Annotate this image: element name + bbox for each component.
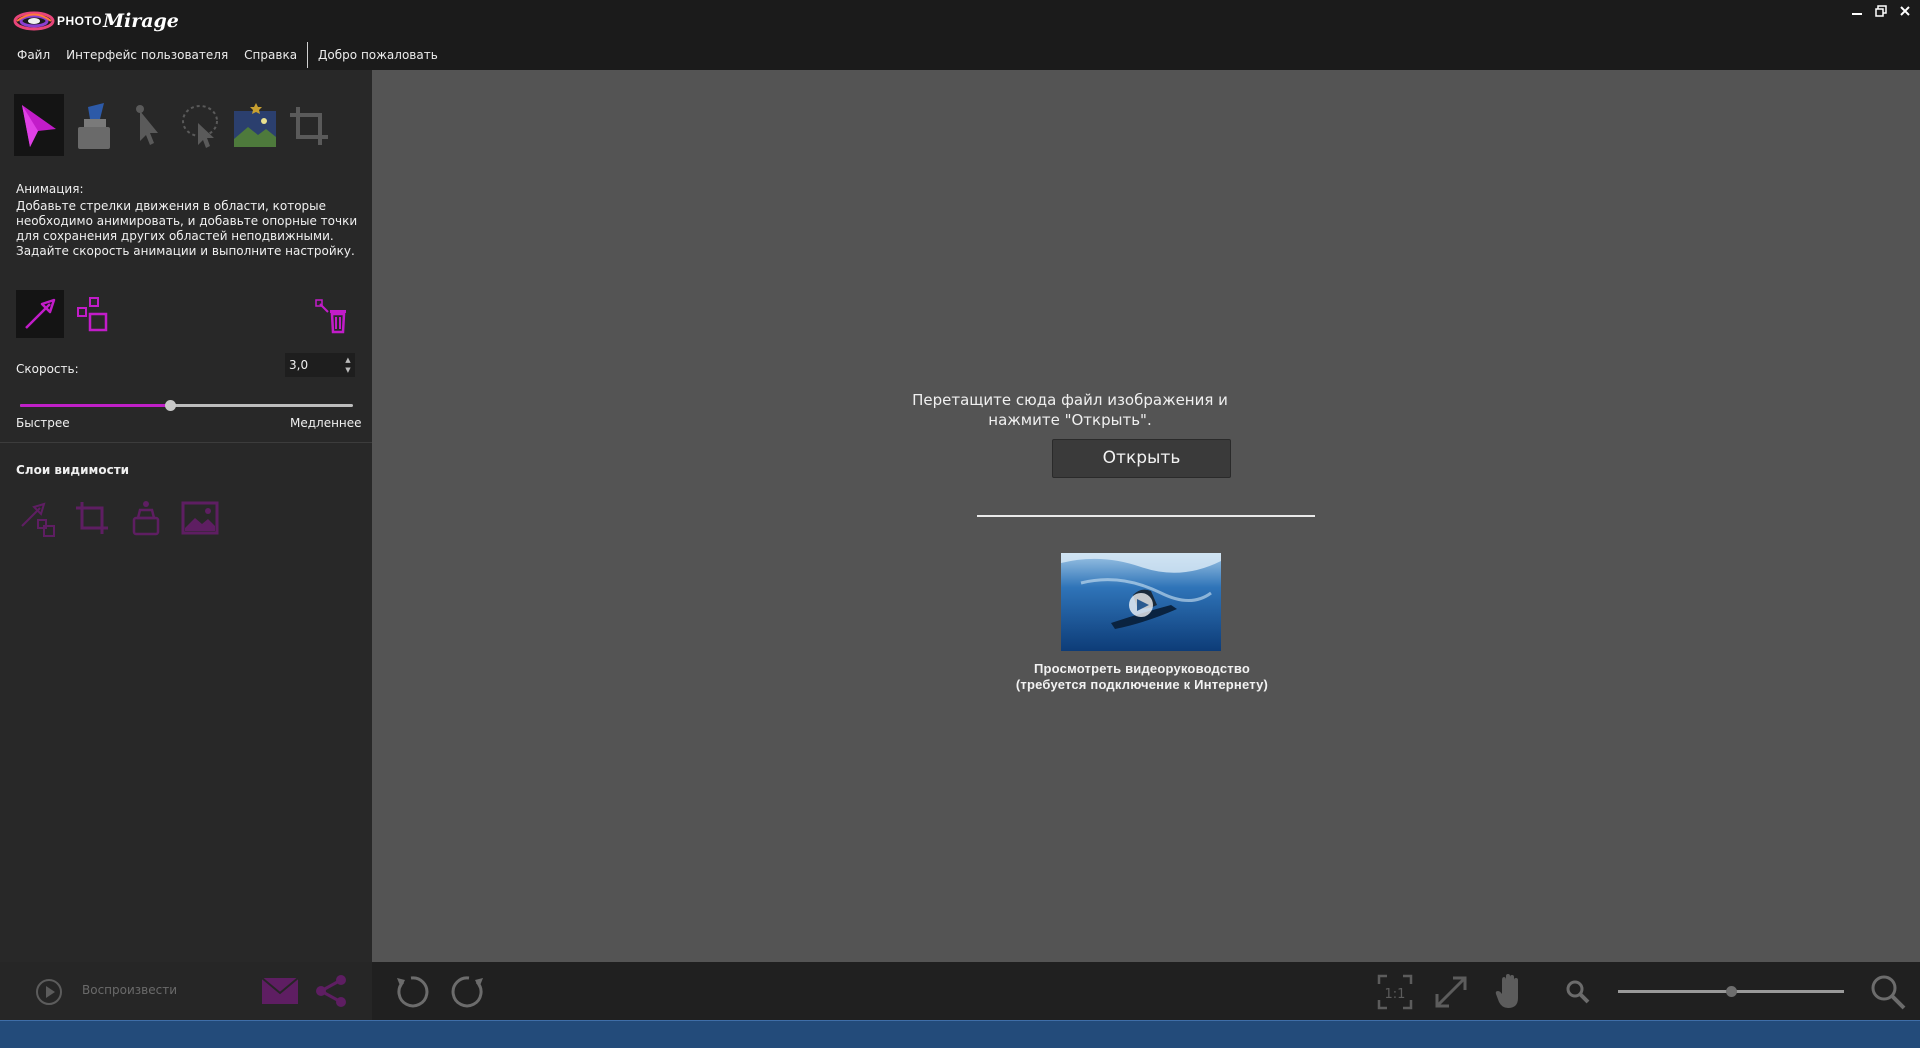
animation-tool-icon bbox=[22, 105, 56, 147]
speed-spinner[interactable]: ▲ ▼ bbox=[343, 355, 353, 375]
speed-slider-fill bbox=[20, 404, 170, 407]
close-icon[interactable] bbox=[1896, 2, 1914, 20]
mask-layer-icon bbox=[132, 501, 160, 536]
selection-tool-icon bbox=[182, 105, 218, 148]
brand-mirage-text: Mirage bbox=[102, 10, 179, 32]
expand-icon bbox=[1435, 976, 1467, 1008]
center-divider bbox=[977, 515, 1315, 517]
restore-icon[interactable] bbox=[1872, 2, 1890, 20]
visibility-layer-icons bbox=[16, 496, 222, 540]
animation-mode-buttons bbox=[16, 290, 118, 338]
sky-replace-tool-button[interactable] bbox=[230, 94, 280, 156]
visibility-layers-title: Слои видимости bbox=[16, 463, 130, 477]
tool-row bbox=[14, 94, 334, 156]
app-logo: PHOTO Mirage bbox=[13, 6, 179, 36]
selection-tool-button[interactable] bbox=[176, 94, 226, 156]
sky-replace-tool-icon bbox=[234, 103, 276, 147]
speed-slider[interactable] bbox=[20, 398, 353, 412]
undo-button[interactable] bbox=[392, 973, 430, 1011]
drop-text-line2: нажмите "Открыть". bbox=[988, 411, 1152, 429]
email-button[interactable] bbox=[260, 974, 300, 1008]
email-icon bbox=[261, 977, 299, 1004]
delete-arrows-button[interactable] bbox=[310, 294, 354, 338]
panel-divider bbox=[0, 442, 372, 443]
brand-photo-text: PHOTO bbox=[57, 14, 102, 28]
redo-icon bbox=[451, 976, 483, 1008]
title-bar: PHOTO Mirage bbox=[0, 0, 1920, 40]
left-panel: Анимация: Добавьте стрелки движения в об… bbox=[0, 70, 372, 962]
crop-layer-icon bbox=[76, 502, 108, 534]
anchor-tool-icon bbox=[136, 105, 158, 145]
menu-user-interface[interactable]: Интерфейс пользователя bbox=[58, 42, 236, 68]
mask-tool-icon bbox=[78, 103, 110, 149]
anchor-tool-button[interactable] bbox=[122, 94, 172, 156]
layer-mask-toggle[interactable] bbox=[124, 496, 168, 540]
open-button[interactable]: Открыть bbox=[1052, 439, 1231, 478]
faster-label: Быстрее bbox=[16, 416, 70, 430]
speed-slider-thumb[interactable] bbox=[164, 400, 176, 411]
canvas-area[interactable]: Перетащите сюда файл изображения и нажми… bbox=[372, 70, 1920, 962]
zoom-in-button[interactable] bbox=[1868, 972, 1908, 1012]
motion-arrow-icon bbox=[25, 298, 56, 329]
animation-tool-button[interactable] bbox=[14, 94, 64, 156]
photomirage-logo-icon bbox=[13, 11, 55, 31]
play-button[interactable] bbox=[34, 977, 64, 1007]
video-caption-line2: (требуется подключение к Интернету) bbox=[1015, 677, 1269, 692]
crop-tool-icon bbox=[290, 107, 328, 145]
surfer-video-image bbox=[1061, 553, 1221, 651]
anchor-points-icon bbox=[77, 297, 108, 332]
motion-arrow-button[interactable] bbox=[16, 290, 64, 338]
undo-icon bbox=[397, 976, 429, 1008]
zoom-in-icon bbox=[1871, 975, 1906, 1010]
actual-size-icon: 1:1 bbox=[1377, 974, 1413, 1010]
fit-screen-button[interactable] bbox=[1432, 973, 1470, 1011]
video-caption-line1: Просмотреть видеоруководство bbox=[1034, 661, 1250, 676]
anchor-points-button[interactable] bbox=[70, 290, 118, 338]
layer-sky-toggle[interactable] bbox=[178, 496, 222, 540]
menu-welcome[interactable]: Добро пожаловать bbox=[310, 42, 446, 68]
layer-crop-toggle[interactable] bbox=[70, 496, 114, 540]
video-caption[interactable]: Просмотреть видеоруководство (требуется … bbox=[932, 661, 1352, 693]
pan-button[interactable] bbox=[1492, 971, 1530, 1011]
video-tutorial-thumbnail[interactable] bbox=[1061, 553, 1221, 651]
crop-tool-button[interactable] bbox=[284, 94, 334, 156]
menu-separator bbox=[307, 42, 309, 68]
play-label: Воспроизвести bbox=[82, 983, 177, 997]
minimize-icon[interactable] bbox=[1848, 2, 1866, 20]
layer-arrows-toggle[interactable] bbox=[16, 496, 60, 540]
bottom-toolbar: Воспроизвести 1:1 bbox=[0, 962, 1920, 1020]
mask-tool-button[interactable] bbox=[68, 94, 118, 156]
share-icon bbox=[316, 975, 346, 1007]
os-taskbar bbox=[0, 1020, 1920, 1048]
menu-file[interactable]: Файл bbox=[0, 42, 58, 68]
play-circle-icon bbox=[36, 979, 62, 1005]
animation-title: Анимация: bbox=[16, 182, 84, 196]
drop-text-line1: Перетащите сюда файл изображения и bbox=[912, 391, 1228, 409]
speed-label: Скорость: bbox=[16, 362, 79, 376]
window-controls bbox=[1848, 2, 1914, 20]
actual-size-button[interactable]: 1:1 bbox=[1376, 973, 1414, 1011]
redo-button[interactable] bbox=[450, 973, 488, 1011]
share-button[interactable] bbox=[314, 973, 350, 1009]
sky-layer-icon bbox=[181, 501, 219, 535]
hand-icon bbox=[1495, 974, 1518, 1008]
zoom-out-icon bbox=[1566, 980, 1590, 1004]
zoom-slider[interactable] bbox=[1618, 984, 1844, 998]
menu-help[interactable]: Справка bbox=[236, 42, 305, 68]
zoom-out-button[interactable] bbox=[1564, 978, 1592, 1006]
trash-icon bbox=[315, 299, 346, 334]
slower-label: Медленнее bbox=[290, 416, 362, 430]
animation-description: Добавьте стрелки движения в области, кот… bbox=[16, 199, 358, 258]
svg-text:1:1: 1:1 bbox=[1385, 987, 1406, 1002]
arrows-layer-icon bbox=[21, 502, 55, 537]
drop-instructions: Перетащите сюда файл изображения и нажми… bbox=[372, 390, 1768, 430]
menu-bar: Файл Интерфейс пользователя Справка Добр… bbox=[0, 42, 446, 68]
zoom-slider-thumb[interactable] bbox=[1726, 986, 1737, 997]
